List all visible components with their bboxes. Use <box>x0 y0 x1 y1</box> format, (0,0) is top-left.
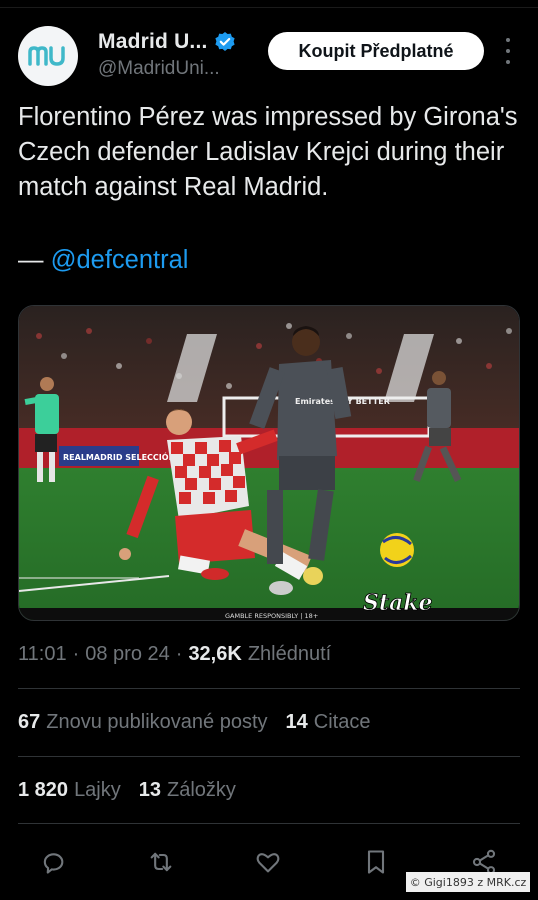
likes-label: Lajky <box>74 779 121 801</box>
divider <box>18 823 520 824</box>
football-ball <box>380 533 414 567</box>
watermark: © Gigi1893 z MRK.cz <box>406 872 530 892</box>
tweet-meta: 11:01 · 08 pro 24 · 32,6K Zhlédnutí <box>18 643 332 666</box>
display-name[interactable]: Madrid U... <box>98 30 208 54</box>
user-handle[interactable]: @MadridUni... <box>98 58 220 80</box>
quotes-label: Citace <box>313 711 371 733</box>
heart-icon[interactable] <box>252 846 284 878</box>
tweet-time[interactable]: 11:01 <box>18 643 67 666</box>
bookmarks-stat[interactable]: 13 Záložky <box>139 779 236 802</box>
views-label: Zhlédnutí <box>247 643 332 665</box>
bookmarks-count: 13 <box>138 779 162 801</box>
madrid-universal-logo <box>28 46 65 66</box>
quotes-stat[interactable]: 14 Citace <box>286 711 371 734</box>
tweet-media-photo[interactable]: REALMADRID SELECCIÓN Emirates BETTER GAM… <box>18 305 520 621</box>
stake-logo: Stake <box>363 590 433 616</box>
reposts-stat[interactable]: 67 Znovu publikované posty <box>18 711 268 734</box>
likes-count: 1 820 <box>18 779 69 801</box>
tweet-text: Florentino Pérez was impressed by Girona… <box>18 103 518 201</box>
name-row: Madrid U... <box>98 30 236 54</box>
attribution-prefix: — <box>18 246 51 274</box>
divider <box>18 756 520 757</box>
top-border <box>0 0 538 8</box>
reposts-count: 67 <box>18 711 41 733</box>
stats-row-likes: 1 820 Lajky 13 Záložky <box>18 779 254 802</box>
more-options-icon[interactable] <box>500 38 516 64</box>
football-photo: REALMADRID SELECCIÓN Emirates BETTER GAM… <box>19 306 519 620</box>
bookmark-icon[interactable] <box>360 846 392 878</box>
quotes-count: 14 <box>285 711 308 733</box>
mention-link[interactable]: @defcentral <box>51 246 189 274</box>
bookmarks-label: Záložky <box>167 779 236 801</box>
verified-badge-icon <box>214 32 235 51</box>
reply-icon[interactable] <box>37 846 69 878</box>
reposts-label: Znovu publikované posty <box>46 711 268 733</box>
attribution-line: — @defcentral <box>18 243 188 278</box>
tweet-date[interactable]: 08 pro 24 <box>85 643 170 666</box>
subscribe-button[interactable]: Koupit Předplatné <box>268 32 484 70</box>
board-text: REALMADRID SELECCIÓN <box>63 451 175 462</box>
divider <box>18 688 520 689</box>
tweet-header: Madrid U... @MadridUni... Koupit Předpla… <box>18 26 520 88</box>
stats-row-reposts: 67 Znovu publikované posty 14 Citace <box>18 711 388 734</box>
gamble-overlay-text: GAMBLE RESPONSIBLY | 18+ <box>225 612 318 620</box>
views-count: 32,6K <box>188 643 242 665</box>
likes-stat[interactable]: 1 820 Lajky <box>18 779 121 802</box>
repost-icon[interactable] <box>145 846 177 878</box>
avatar[interactable] <box>18 26 78 86</box>
